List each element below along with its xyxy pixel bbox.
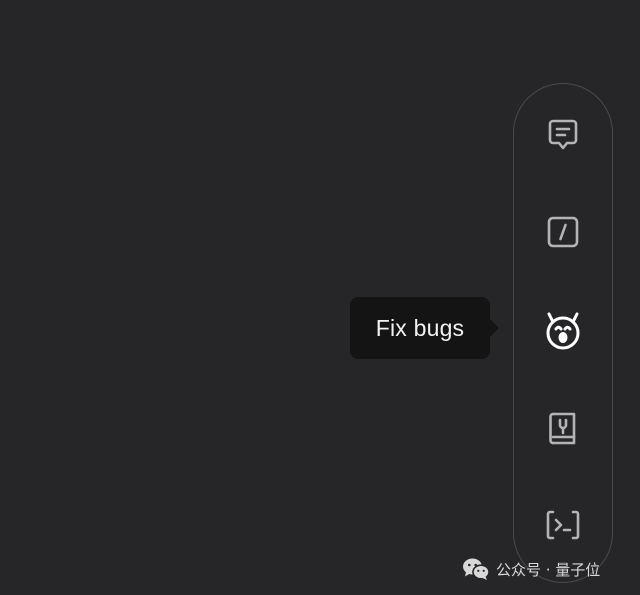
canvas: Fix bugs 公众号 · 量子位 (0, 0, 640, 595)
tooltip: Fix bugs (350, 297, 499, 359)
vertical-toolbar (513, 83, 613, 583)
slash-command-icon (547, 216, 579, 248)
fix-bugs-button[interactable] (535, 302, 591, 358)
book-icon (549, 412, 576, 445)
watermark-text: 公众号 · 量子位 (496, 560, 601, 579)
tooltip-text: Fix bugs (375, 314, 465, 341)
docs-button[interactable] (535, 400, 591, 456)
terminal-icon (546, 510, 580, 540)
wechat-icon (463, 558, 490, 580)
bug-icon (546, 312, 580, 350)
slash-command-button[interactable] (535, 204, 591, 260)
terminal-button[interactable] (535, 497, 591, 553)
chat-bubble-icon (548, 119, 578, 150)
chat-button[interactable] (535, 106, 591, 162)
watermark: 公众号 · 量子位 (462, 556, 600, 582)
